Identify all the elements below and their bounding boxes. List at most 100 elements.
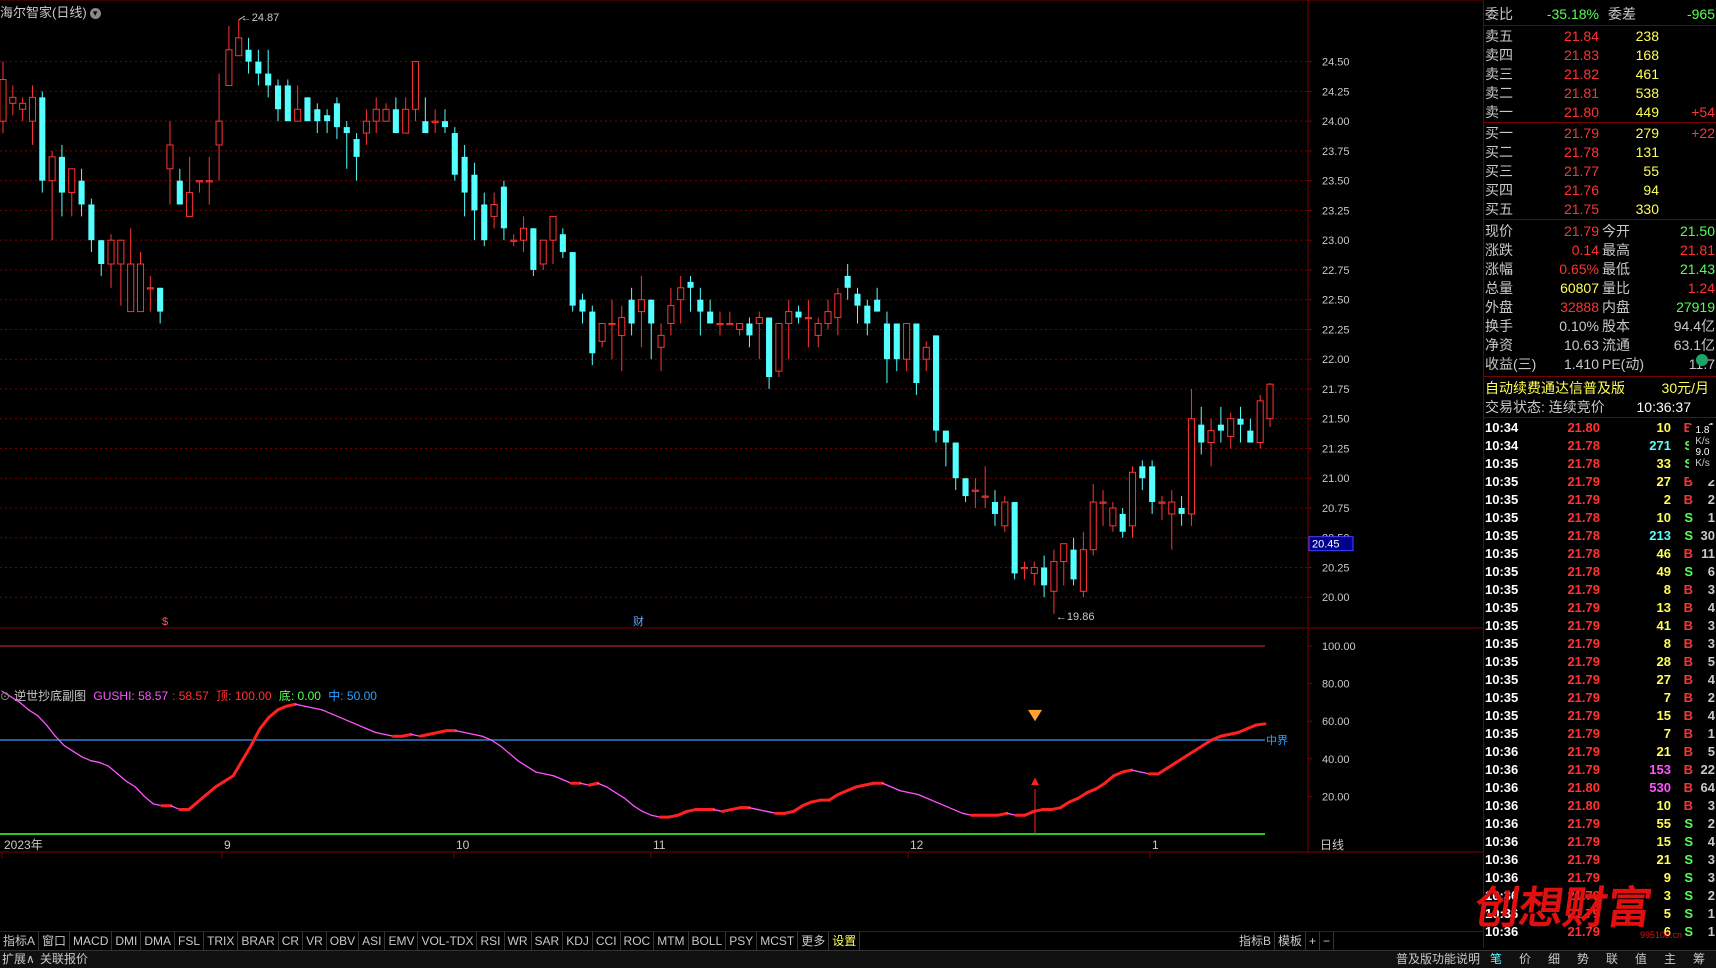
tick-row: 10:35 21.79 2 B 2	[1484, 491, 1716, 509]
y-tick-label: 21.50	[1322, 414, 1350, 426]
candle-body	[107, 239, 115, 265]
panel-tab-1[interactable]: 价	[1519, 951, 1531, 968]
candle-body	[146, 287, 154, 290]
tab-11[interactable]: ASI	[359, 932, 386, 950]
tick-time: 10:36	[1485, 762, 1519, 777]
tab-23[interactable]: MCST	[757, 932, 799, 950]
right-tab-3[interactable]: −	[1320, 932, 1335, 950]
candle-body	[942, 430, 949, 443]
tick-time: 10:35	[1485, 654, 1519, 669]
tab-1[interactable]: 窗口	[39, 932, 71, 950]
high-price-label: ←24.87	[241, 12, 280, 24]
status-dot-icon[interactable]	[1696, 354, 1708, 366]
candle-body	[687, 281, 694, 288]
tab-24[interactable]: 更多	[798, 932, 830, 950]
right-tab-0[interactable]: 指标B	[1236, 932, 1276, 950]
tab-9[interactable]: VR	[303, 932, 327, 950]
series-segment	[935, 801, 946, 807]
tick-volume: 10	[1656, 510, 1671, 525]
tick-count: 1	[1707, 924, 1715, 939]
panel-tab-2[interactable]: 细	[1548, 951, 1560, 968]
series-segment	[454, 729, 466, 734]
tab-3[interactable]: DMI	[112, 932, 142, 950]
tab-7[interactable]: BRAR	[238, 932, 279, 950]
panel-tab-5[interactable]: 值	[1635, 951, 1647, 968]
tab-25[interactable]: 设置	[829, 932, 861, 950]
tick-price: 21.79	[1567, 492, 1600, 507]
right-tab-1[interactable]: 模板	[1275, 932, 1307, 950]
tab-2[interactable]: MACD	[70, 932, 113, 950]
right-tab-2[interactable]: +	[1306, 932, 1321, 950]
candle-body	[98, 240, 105, 264]
panel-tab-7[interactable]: 筹	[1693, 951, 1705, 968]
panel-tab-0[interactable]: 笔	[1490, 951, 1502, 968]
tab-20[interactable]: MTM	[654, 932, 689, 950]
bid-price: 21.76	[1563, 182, 1599, 198]
tab-12[interactable]: EMV	[385, 932, 419, 950]
tab-8[interactable]: CR	[279, 932, 304, 950]
tick-row: 10:35 21.78 213 S 30	[1484, 527, 1716, 545]
tab-4[interactable]: DMA	[141, 932, 176, 950]
tab-19[interactable]: ROC	[621, 932, 655, 950]
ask-volume: 449	[1635, 104, 1659, 120]
series-segment	[1076, 791, 1089, 800]
help-link[interactable]: 普及版功能说明	[1396, 951, 1480, 968]
stat-value: 10.63	[1563, 337, 1599, 353]
tick-count: 3	[1707, 636, 1715, 651]
candle-body	[1070, 549, 1077, 580]
tab-17[interactable]: KDJ	[563, 932, 593, 950]
candle-body	[1168, 501, 1176, 515]
tab-16[interactable]: SAR	[532, 932, 564, 950]
tab-14[interactable]: RSI	[477, 932, 505, 950]
tick-row: 10:3421.78271S2	[1484, 437, 1716, 455]
tab-6[interactable]: TRIX	[204, 932, 239, 950]
tick-side: S	[1684, 564, 1693, 579]
legend-top: 顶: 100.00	[216, 689, 272, 703]
x-tick-label: 12	[910, 838, 924, 852]
tick-price: 21.79	[1567, 762, 1600, 777]
y-tick-label: 60.00	[1322, 716, 1350, 728]
candle-body	[1050, 561, 1058, 592]
panel-tab-3[interactable]: 势	[1577, 951, 1589, 968]
tick-time: 10:36	[1485, 834, 1519, 849]
stock-title: 海尔智家(日线)	[0, 5, 87, 20]
expand-button[interactable]: 扩展∧	[2, 951, 35, 968]
ratio-label: 委比	[1485, 6, 1513, 22]
related-quote-button[interactable]: 关联报价	[40, 951, 88, 968]
indicator-title[interactable]: 逆世抄底副图	[14, 689, 86, 703]
tick-volume: 10	[1656, 798, 1671, 813]
candle-body	[471, 174, 478, 211]
tick-time: 10:35	[1485, 708, 1519, 723]
candle-body	[579, 299, 586, 312]
candle-body	[176, 180, 183, 205]
tick-count: 4	[1707, 834, 1715, 849]
panel-tab-4[interactable]: 联	[1606, 951, 1618, 968]
tab-21[interactable]: BOLL	[689, 932, 727, 950]
tab-15[interactable]: WR	[505, 932, 532, 950]
tab-18[interactable]: CCI	[593, 932, 621, 950]
tab-10[interactable]: OBV	[327, 932, 360, 950]
series-segment	[285, 702, 298, 708]
candle-body	[804, 317, 812, 320]
tab-22[interactable]: PSY	[726, 932, 758, 950]
signal-arrow-head	[1031, 777, 1039, 786]
tick-volume: 49	[1656, 564, 1671, 579]
series-segment	[517, 760, 528, 767]
candle-body	[874, 299, 881, 312]
chart-area[interactable]: 24.50 24.25 24.00 23.75 23.50 23.25 23.00 22.75…	[0, 0, 1483, 931]
candle-body	[441, 121, 449, 128]
candle-body	[707, 311, 714, 324]
chevron-down-icon[interactable]: ▾	[89, 8, 101, 19]
stat-label: 收益(三)	[1485, 356, 1537, 372]
tab-13[interactable]: VOL-TDX	[418, 932, 478, 950]
ask-row: 卖五 21.84 238	[1484, 27, 1716, 46]
candle-body	[1089, 501, 1097, 551]
tab-5[interactable]: FSL	[175, 932, 205, 950]
panel-tab-6[interactable]: 主	[1664, 951, 1676, 968]
series-segment	[463, 731, 475, 736]
indicator-toggle-icon[interactable]: ⊙	[0, 689, 10, 703]
tick-time: 10:36	[1485, 852, 1519, 867]
candle-body	[775, 323, 783, 372]
tab-0[interactable]: 指标A	[0, 932, 40, 950]
tick-time: 10:36	[1485, 798, 1519, 813]
